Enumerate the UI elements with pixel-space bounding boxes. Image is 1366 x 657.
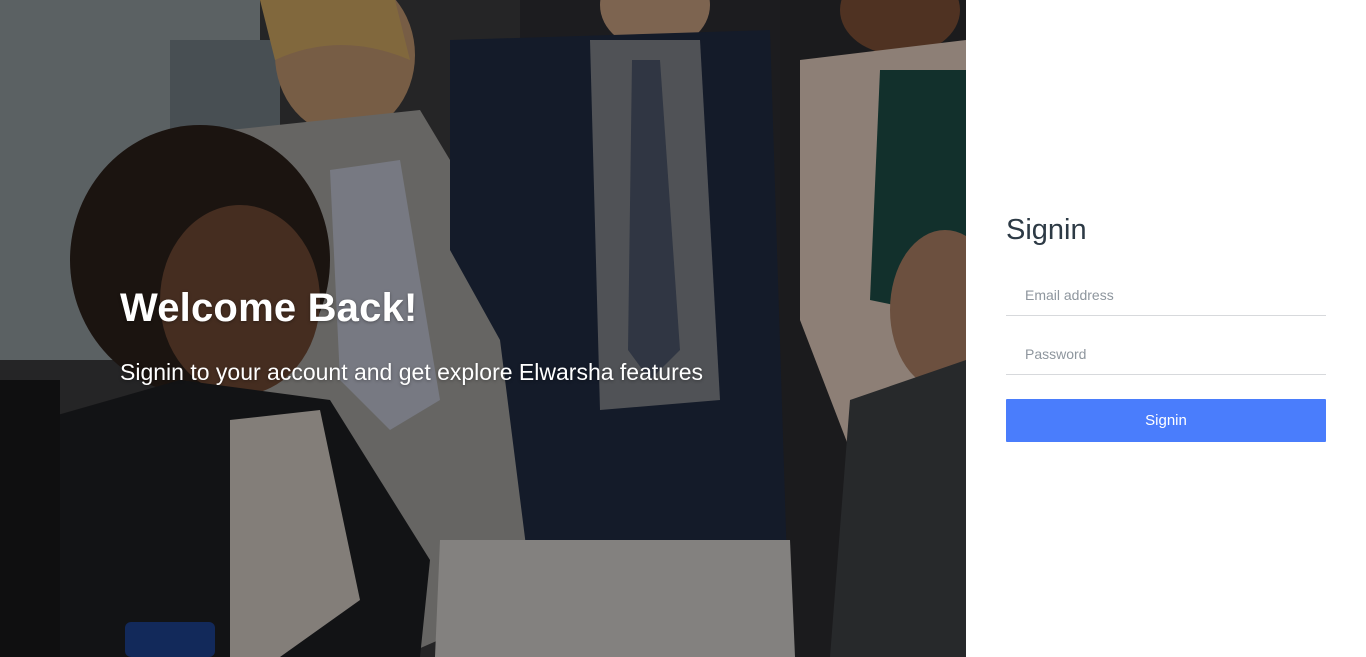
welcome-heading: Welcome Back!	[120, 286, 418, 330]
email-field[interactable]	[1006, 274, 1326, 316]
signin-panel: Signin Signin	[966, 0, 1366, 657]
password-field[interactable]	[1006, 333, 1326, 375]
hero-panel: Welcome Back! Signin to your account and…	[0, 0, 966, 657]
signin-title: Signin	[1006, 214, 1087, 246]
signin-button[interactable]: Signin	[1006, 399, 1326, 442]
login-page: Welcome Back! Signin to your account and…	[0, 0, 1366, 657]
welcome-subheading: Signin to your account and get explore E…	[120, 359, 704, 385]
